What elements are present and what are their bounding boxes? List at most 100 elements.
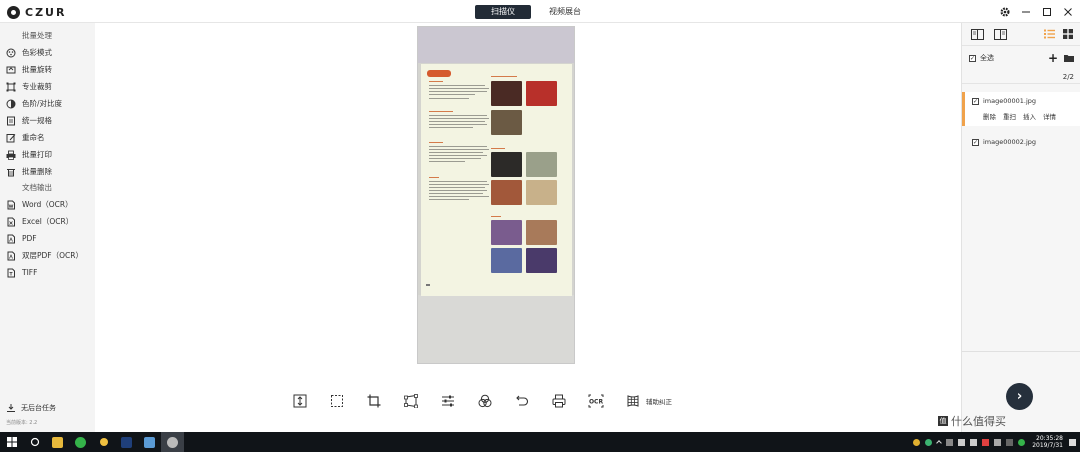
right-panel: ✓ 全选 + 2/2 ✓ image00001.jpg 删除 重扫 插入 详情 … [961,23,1080,432]
perspective-icon[interactable] [402,392,420,410]
czur-logo: CZUR [7,5,66,19]
batch-section-title: 批量处理 [22,31,52,40]
photoshop-icon[interactable] [115,432,138,452]
sidebar-item-rename[interactable]: 重命名 [0,129,95,146]
gear-icon[interactable] [996,3,1014,21]
close-icon[interactable] [1059,3,1077,21]
document-icon [6,116,16,126]
fit-height-icon[interactable] [291,392,309,410]
sidebar-item-label: 专业裁剪 [22,82,52,91]
minimize-icon[interactable] [1017,3,1035,21]
crop-icon[interactable] [365,392,383,410]
tray-app-icon[interactable] [913,438,921,446]
delete-action[interactable]: 删除 [983,111,996,121]
select-all-checkbox[interactable]: ✓ [969,54,976,62]
sidebar-item-label: 双层PDF（OCR） [22,251,83,260]
sidebar-item-label: TIFF [22,268,38,277]
tray-app-icon[interactable] [994,438,1002,446]
scanned-page [421,64,572,296]
file-explorer-icon[interactable] [46,432,69,452]
tab-scanner[interactable]: 扫描仪 [475,5,531,19]
tab-video-stand[interactable]: 视频展台 [535,5,595,19]
insert-action[interactable]: 插入 [1023,111,1036,121]
sidebar-item-batch-rotate[interactable]: 批量旋转 [0,61,95,78]
select-all-label[interactable]: 全选 [980,53,994,63]
panel-divider [962,351,1080,352]
chevron-up-icon[interactable] [936,440,943,446]
details-action[interactable]: 详情 [1043,111,1056,121]
notification-icon[interactable] [1069,438,1076,446]
select-icon[interactable] [328,392,346,410]
arrow-right-icon: › [1016,389,1023,404]
sidebar-item-dual-layer-pdf[interactable]: 双层PDF（OCR） [0,247,95,264]
wechat-icon[interactable] [69,432,92,452]
list-view-icon[interactable] [1041,26,1057,42]
wechat-tray-icon[interactable] [1018,438,1026,446]
sidebar-item-label: Word（OCR） [22,200,73,209]
image-filename: image00001.jpg [983,97,1037,105]
folder-icon[interactable] [1064,54,1074,62]
clock-time: 20:35:28 [1036,435,1063,442]
next-button[interactable]: › [1006,383,1033,410]
assist-correct-label[interactable]: 辅助纠正 [646,396,672,406]
pdf-icon [6,234,16,244]
sidebar-item-label: 色阶/对比度 [22,99,63,108]
photos-icon[interactable] [138,432,161,452]
sidebar-item-pro-crop[interactable]: 专业裁剪 [0,78,95,95]
app-icon[interactable] [92,432,115,452]
sidebar-item-excel-ocr[interactable]: Excel（OCR） [0,213,95,230]
sidebar-item-word-ocr[interactable]: Word（OCR） [0,196,95,213]
taskbar-clock[interactable]: 20:35:28 2019/7/31 [1032,435,1063,449]
scan-preview-image[interactable] [417,26,575,364]
maximize-icon[interactable] [1038,3,1056,21]
sidebar-item-pdf[interactable]: PDF [0,230,95,247]
left-sidebar: 批量处理 色彩模式 批量旋转 专业裁剪 色阶/对比度 统一规格 重命名 批量打印… [0,23,95,432]
sidebar-item-batch-delete[interactable]: 批量删除 [0,163,95,180]
image-toolbar: OCR 辅助纠正 [291,387,672,415]
windows-taskbar: 20:35:28 2019/7/31 [0,432,1080,452]
sidebar-item-label: 重命名 [22,133,45,142]
tray-app-icon[interactable] [1006,438,1014,446]
split-view-icon[interactable] [992,26,1008,42]
pdf-icon [6,251,16,261]
czur-app-icon[interactable] [161,432,184,452]
volume-icon[interactable] [958,438,966,446]
undo-icon[interactable] [513,392,531,410]
network-icon[interactable] [970,438,978,446]
tiff-icon [6,268,16,278]
list-item-image-2[interactable]: ✓ image00002.jpg [962,126,1080,158]
watermark: 值 什么值得买 [938,413,1006,429]
image-checkbox[interactable]: ✓ [972,138,979,146]
image-checkbox[interactable]: ✓ [972,97,979,105]
grid-view-icon[interactable] [1060,26,1076,42]
background-task-label: 无后台任务 [21,404,56,412]
ime-icon[interactable] [982,438,990,446]
sidebar-item-tiff[interactable]: TIFF [0,264,95,281]
curve-correct-icon[interactable] [624,392,642,410]
add-icon[interactable]: + [1048,51,1058,65]
rescan-action[interactable]: 重扫 [1003,111,1016,121]
ocr-icon[interactable]: OCR [587,392,605,410]
list-item-image-1[interactable]: ✓ image00001.jpg 删除 重扫 插入 详情 [962,92,1080,126]
sidebar-item-levels-contrast[interactable]: 色阶/对比度 [0,95,95,112]
color-icon[interactable] [476,392,494,410]
export-section-title: 文档输出 [22,183,52,192]
print-icon[interactable] [550,392,568,410]
crop-icon [6,82,16,92]
sidebar-item-color-mode[interactable]: 色彩模式 [0,44,95,61]
sidebar-item-unify-size[interactable]: 统一规格 [0,112,95,129]
sidebar-item-batch-print[interactable]: 批量打印 [0,146,95,163]
trash-icon [6,167,16,177]
title-bar: CZUR 扫描仪 视频展台 [0,0,1080,23]
adjust-icon[interactable] [439,392,457,410]
main-preview-area: OCR 辅助纠正 [95,23,961,432]
tray-app-icon[interactable] [946,438,954,446]
tray-app-icon[interactable] [925,438,933,446]
system-tray: 20:35:28 2019/7/31 [908,432,1076,452]
search-icon[interactable] [23,432,46,452]
background-task-status[interactable]: 无后台任务 [6,403,56,413]
sidebar-item-label: 批量删除 [22,167,52,176]
preview-background-top [418,27,574,63]
compare-view-icon[interactable] [969,26,985,42]
windows-start-icon[interactable] [0,432,23,452]
